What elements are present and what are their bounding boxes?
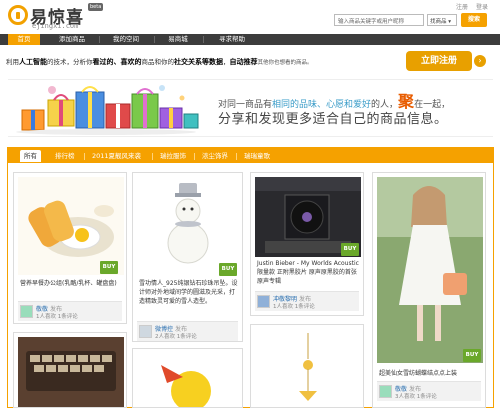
- nav-item-home[interactable]: 首页: [8, 34, 40, 45]
- filter-tab-ranking[interactable]: 排行榜: [55, 150, 75, 162]
- product-card[interactable]: BUY Justin Bieber - My Worlds Acoustic限量…: [250, 172, 364, 316]
- product-title[interactable]: 营养早餐办公组(乳酪/乳杯、罐盘盘): [20, 279, 124, 288]
- like-comment-stats: 2人喜欢 1条评论: [155, 334, 197, 340]
- intro-bold: 自动推荐: [229, 58, 258, 66]
- search-scope-value: 找商品: [430, 19, 447, 25]
- product-image: [377, 177, 483, 363]
- intro-bold: 社交关系等数据: [174, 58, 223, 66]
- avatar[interactable]: [139, 325, 152, 338]
- product-title[interactable]: Justin Bieber - My Worlds Acoustic限量款 正附…: [257, 259, 361, 286]
- nav-divider: [99, 36, 100, 43]
- product-image: [255, 329, 361, 407]
- search-button[interactable]: 搜索: [461, 13, 487, 27]
- nav-item-help[interactable]: 寻求帮助: [210, 34, 254, 45]
- chevron-down-icon: ▾: [448, 19, 452, 25]
- product-card[interactable]: BUY 营养早餐办公组(乳酪/乳杯、罐盘盘) 敬敬 发布 1人喜欢 1条评论: [13, 172, 127, 324]
- product-title[interactable]: 雪功情人_925纯银钻石珍珠吊坠。设计师对外地域间学的圆滋及光采，打造精致灵可爱…: [139, 279, 239, 306]
- product-meta: 微博控 发布 2人喜欢 1条评论: [137, 321, 238, 341]
- filter-tab-nongchen[interactable]: 浓尘饰界: [202, 150, 228, 162]
- filter-tab-summer[interactable]: 2011夏靓风来袭: [92, 150, 141, 162]
- intro-part: 的技术，分析你: [47, 58, 93, 66]
- filter-divider: [84, 153, 85, 160]
- product-card[interactable]: [13, 332, 127, 408]
- filter-divider: [236, 153, 237, 160]
- product-meta: 冲敬黎明 发布 1人喜欢 1条评论: [255, 291, 359, 311]
- filter-divider: [152, 153, 153, 160]
- intro-part: 其他你也想看的商品。: [257, 60, 313, 66]
- account-links: 注册 登录: [450, 2, 488, 11]
- gift-boxes-illustration: [12, 80, 200, 136]
- login-link[interactable]: 登录: [476, 4, 488, 11]
- banner-subline: 分享和发现更多适合自己的商品信息。: [218, 112, 448, 127]
- intro-bold: 人工智能: [19, 58, 47, 66]
- nav-item-mall[interactable]: 易商城: [160, 34, 196, 45]
- avatar[interactable]: [379, 385, 392, 398]
- product-card[interactable]: [132, 348, 243, 408]
- buy-button[interactable]: BUY: [463, 349, 481, 362]
- register-link[interactable]: 注册: [456, 4, 468, 11]
- like-comment-stats: 3人喜欢 1条评论: [395, 394, 437, 400]
- filter-tab-all[interactable]: 所有: [20, 150, 41, 162]
- buy-button[interactable]: BUY: [341, 243, 359, 256]
- nav-item-add-product[interactable]: 添加商品: [50, 34, 94, 45]
- product-card[interactable]: BUY 超美仙女雪纺蝴蝶结点点上装 敬敬 发布 3人喜欢 1条评论: [372, 172, 486, 408]
- product-meta: 敬敬 发布 1人喜欢 1条评论: [18, 301, 122, 321]
- buy-button[interactable]: BUY: [219, 263, 237, 276]
- product-card[interactable]: [250, 324, 364, 408]
- search-input[interactable]: 输入商品关键字或用户昵称: [334, 14, 424, 26]
- filter-divider: [194, 153, 195, 160]
- arrow-right-icon[interactable]: ›: [474, 55, 486, 67]
- beta-badge: beta: [88, 3, 104, 11]
- logo-icon[interactable]: [8, 5, 28, 25]
- nav-divider: [203, 36, 204, 43]
- product-card[interactable]: BUY 雪功情人_925纯银钻石珍珠吊坠。设计师对外地域间学的圆滋及光采，打造精…: [132, 172, 243, 342]
- main-nav: 首页 添加商品 我的空间 易商城 寻求帮助: [0, 34, 500, 45]
- search-scope-select[interactable]: 找商品 ▾: [427, 14, 457, 26]
- product-title[interactable]: 超美仙女雪纺蝴蝶结点点上装: [379, 369, 483, 378]
- intro-text: 利用人工智能的技术，分析你看过的、喜欢的商品和你的社交关系等数据，自动推荐其他你…: [6, 56, 313, 67]
- product-image: [137, 353, 240, 407]
- intro-part: 利用: [6, 58, 19, 66]
- product-meta: 敬敬 发布 3人喜欢 1条评论: [377, 381, 481, 401]
- nav-item-my-space[interactable]: 我的空间: [104, 34, 148, 45]
- avatar[interactable]: [257, 295, 270, 308]
- like-comment-stats: 1人喜欢 1条评论: [273, 304, 315, 310]
- intro-part: 商品和你的: [141, 58, 175, 66]
- product-image: [137, 177, 240, 277]
- filter-tab-ruirui[interactable]: 瑞瑞童歌: [244, 150, 270, 162]
- filter-tab-ruila[interactable]: 瑞拉服饰: [160, 150, 186, 162]
- product-image: [18, 337, 124, 407]
- register-now-button[interactable]: 立即注册: [406, 51, 472, 71]
- like-comment-stats: 1人喜欢 1条评论: [36, 314, 78, 320]
- avatar[interactable]: [20, 305, 33, 318]
- logo-domain: ejingxi.com: [32, 22, 79, 30]
- intro-bold: 看过的、喜欢的: [92, 58, 142, 66]
- buy-button[interactable]: BUY: [100, 261, 118, 274]
- nav-divider: [154, 36, 155, 43]
